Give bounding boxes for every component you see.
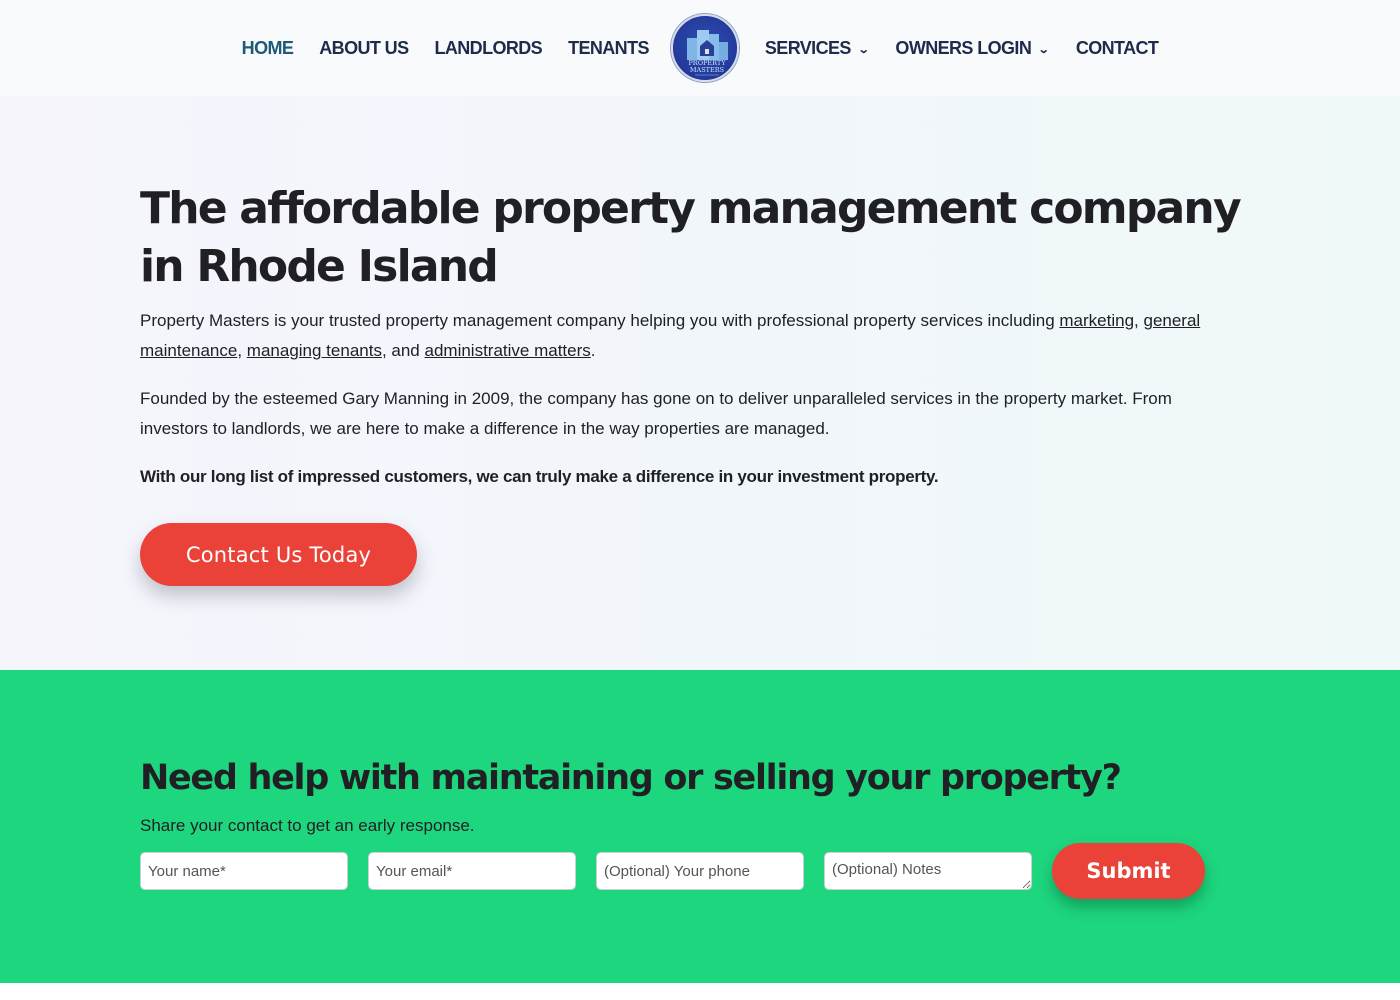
logo-text-line2: MASTERS	[690, 66, 724, 74]
link-administrative-matters[interactable]: administrative matters	[425, 341, 591, 360]
name-input[interactable]	[140, 852, 348, 890]
house-buildings-logo-icon: PROPERTY MASTERS	[686, 30, 728, 76]
contact-title: Need help with maintaining or selling yo…	[140, 758, 1122, 798]
chevron-down-icon: ⌄	[1037, 43, 1050, 56]
email-input[interactable]	[368, 852, 576, 890]
nav-owners-login-label: OWNERS LOGIN	[895, 37, 1032, 58]
site-header: HOME ABOUT US LANDLORDS TENANTS PROPERTY…	[0, 0, 1400, 96]
link-marketing[interactable]: marketing	[1059, 311, 1134, 330]
nav-home[interactable]: HOME	[242, 38, 294, 59]
property-masters-logo[interactable]: PROPERTY MASTERS	[670, 14, 739, 82]
period: .	[590, 341, 596, 360]
nav-landlords[interactable]: LANDLORDS	[434, 38, 542, 59]
separator: , and	[381, 341, 425, 360]
contact-subtitle: Share your contact to get an early respo…	[140, 816, 475, 835]
nav-services[interactable]: SERVICES ⌄	[764, 37, 870, 59]
notes-textarea[interactable]	[824, 852, 1032, 890]
nav-services-label: SERVICES	[764, 37, 852, 58]
hero-title: The affordable property management compa…	[140, 183, 1242, 292]
submit-button[interactable]: Submit	[1052, 843, 1205, 899]
intro-text: Property Masters is your trusted propert…	[140, 311, 1060, 330]
nav-about-us[interactable]: ABOUT US	[319, 38, 409, 59]
separator: ,	[237, 341, 247, 360]
nav-tenants[interactable]: TENANTS	[568, 38, 649, 59]
link-managing-tenants[interactable]: managing tenants	[247, 341, 382, 360]
phone-input[interactable]	[596, 852, 804, 890]
main-nav: HOME ABOUT US LANDLORDS TENANTS PROPERTY…	[242, 0, 1159, 96]
chevron-down-icon: ⌄	[857, 43, 870, 56]
contact-section: Need help with maintaining or selling yo…	[0, 670, 1400, 983]
hero-founded-paragraph: Founded by the esteemed Gary Manning in …	[140, 389, 1172, 438]
hero-customers-paragraph: With our long list of impressed customer…	[140, 467, 939, 486]
hero-section: The affordable property management compa…	[0, 96, 1400, 670]
nav-owners-login[interactable]: OWNERS LOGIN ⌄	[895, 37, 1050, 59]
nav-contact[interactable]: CONTACT	[1076, 38, 1159, 59]
contact-us-today-button[interactable]: Contact Us Today	[140, 523, 417, 586]
hero-intro-paragraph: Property Masters is your trusted propert…	[140, 306, 1240, 366]
